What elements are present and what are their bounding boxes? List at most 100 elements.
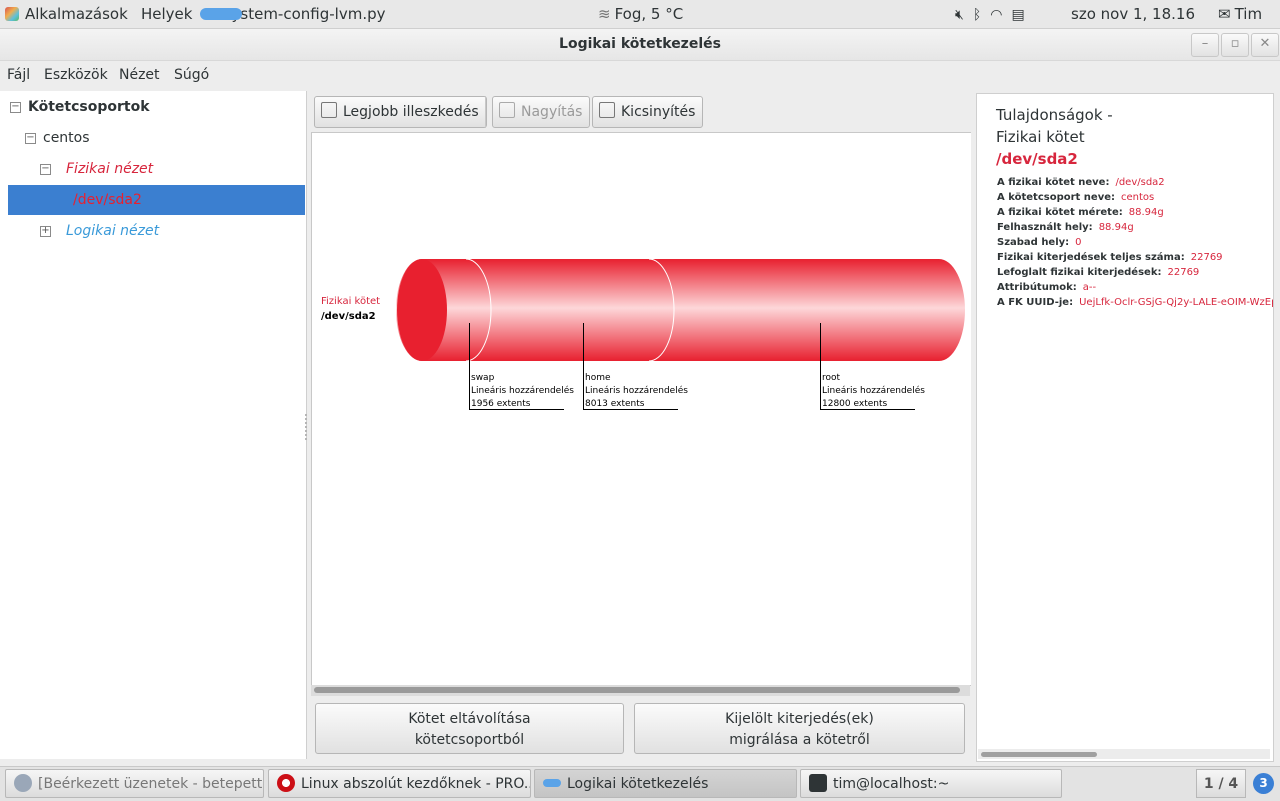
applications-menu[interactable]: Alkalmazások [5, 5, 128, 23]
segment-name: swap [471, 373, 495, 383]
migrate-extents-button[interactable]: Kijelölt kiterjedés(ek) migrálása a köte… [634, 703, 965, 754]
pv-label-device: /dev/sda2 [321, 311, 376, 322]
menu-help[interactable]: Súgó [174, 67, 209, 83]
system-tray: 🔇︎ ᛒ ◠ ▤ [955, 5, 1034, 23]
prop-row: Fizikai kiterjedések teljes száma: 22769 [997, 252, 1223, 263]
segment-mapping: Lineáris hozzárendelés [471, 386, 574, 396]
top-panel: Alkalmazások Helyek System-config-lvm.py… [0, 0, 1280, 29]
zoom-fit-icon [321, 102, 337, 118]
weather-label: Fog, 5 °C [614, 5, 684, 23]
minimize-button[interactable]: – [1191, 33, 1219, 57]
menubar: Fájl Eszközök Nézet Súgó [0, 61, 1280, 89]
prop-row: A FK UUID-je: UejLfk-Oclr-GSjG-Qj2y-LALE-… [997, 297, 1274, 308]
remove-from-vg-button[interactable]: Kötet eltávolítása kötetcsoportból [315, 703, 624, 754]
segment-home-label[interactable]: home Lineáris hozzárendelés 8013 extents [585, 372, 688, 411]
maximize-button[interactable]: ▫ [1221, 33, 1249, 57]
menu-tools[interactable]: Eszközök [44, 67, 108, 83]
user-menu[interactable]: ✉ Tim [1218, 5, 1262, 23]
toolbar-separator [485, 96, 486, 128]
chat-icon: ✉ [1218, 5, 1231, 23]
best-fit-button[interactable]: Legjobb illeszkedés [314, 96, 487, 128]
volume-diagram-canvas[interactable]: Fizikai kötet /dev/sda2 swap Lineáris ho… [311, 132, 971, 686]
prop-row: Attribútumok: a-- [997, 282, 1097, 293]
clock[interactable]: szo nov 1, 18.16 [1071, 5, 1195, 23]
scrollbar-thumb[interactable] [314, 687, 960, 693]
places-menu[interactable]: Helyek [141, 5, 192, 23]
clipboard-icon[interactable]: ▤ [1011, 7, 1024, 23]
best-fit-label: Legjobb illeszkedés [343, 104, 479, 120]
collapse-icon[interactable]: − [10, 102, 21, 113]
opera-icon [277, 774, 295, 792]
taskbar-item-label: [Beérkezett üzenetek - betepett... [38, 776, 264, 792]
tree-item-volume-groups[interactable]: Kötetcsoportok [28, 99, 150, 115]
bluetooth-icon[interactable]: ᛒ [973, 7, 981, 23]
close-button[interactable]: ✕ [1251, 33, 1279, 57]
zoom-in-icon [499, 102, 515, 118]
tree-item-centos[interactable]: centos [43, 130, 90, 146]
app-menu-label: System-config-lvm.py [222, 5, 386, 23]
notification-badge[interactable]: 3 [1253, 773, 1274, 794]
segment-root-label[interactable]: root Lineáris hozzárendelés 12800 extent… [822, 372, 925, 411]
zoom-out-button[interactable]: Kicsinyítés [592, 96, 704, 128]
segment-extents: 8013 extents [585, 399, 645, 409]
menu-view[interactable]: Nézet [119, 67, 160, 83]
properties-subheading: Fizikai kötet [996, 128, 1085, 146]
volume-muted-icon[interactable]: 🔇︎ [955, 7, 964, 23]
tree-item-pv-sda2[interactable]: /dev/sda2 [73, 192, 142, 208]
user-name: Tim [1234, 5, 1263, 23]
migrate-button-line2: migrálása a kötetről [729, 732, 870, 748]
expand-icon[interactable]: + [40, 226, 51, 237]
workspace-indicator[interactable]: 1 / 4 [1196, 769, 1246, 798]
tree-item-logical-view[interactable]: Logikai nézet [66, 223, 159, 239]
taskbar-item-label: Linux abszolút kezdőknek - PRO... [301, 776, 531, 792]
prop-row: A fizikai kötet mérete: 88.94g [997, 207, 1164, 218]
applications-label: Alkalmazások [25, 5, 128, 23]
prop-row: A kötetcsoport neve: centos [997, 192, 1155, 203]
zoom-in-label: Nagyítás [521, 104, 583, 120]
segment-swap-label[interactable]: swap Lineáris hozzárendelés 1956 extents [471, 372, 574, 411]
zoom-out-icon [599, 102, 615, 118]
segment-name: root [822, 373, 841, 383]
menu-file[interactable]: Fájl [7, 67, 30, 83]
taskbar-item-opera[interactable]: Linux abszolút kezdőknek - PRO... [268, 769, 531, 798]
minimize-icon: – [1201, 36, 1209, 51]
tree-item-physical-view[interactable]: Fizikai nézet [66, 161, 153, 177]
zoom-out-label: Kicsinyítés [621, 104, 696, 120]
segment-extents: 12800 extents [822, 399, 888, 409]
scrollbar-thumb[interactable] [981, 752, 1097, 757]
taskbar-item-mail[interactable]: [Beérkezett üzenetek - betepett... [5, 769, 264, 798]
tree-item-selected[interactable] [8, 185, 305, 215]
properties-device: /dev/sda2 [996, 150, 1078, 168]
properties-heading: Tulajdonságok - [996, 106, 1113, 124]
zoom-in-button[interactable]: Nagyítás [492, 96, 591, 128]
segment-mapping: Lineáris hozzárendelés [585, 386, 688, 396]
taskbar-item-label: Logikai kötetkezelés [567, 776, 709, 792]
taskbar-item-terminal[interactable]: tim@localhost:~ [800, 769, 1062, 798]
taskbar-item-lvm[interactable]: Logikai kötetkezelés [534, 769, 797, 798]
segment-extents: 1956 extents [471, 399, 531, 409]
remove-button-line1: Kötet eltávolítása [408, 711, 531, 727]
prop-row: Felhasznált hely: 88.94g [997, 222, 1134, 233]
taskbar-item-label: tim@localhost:~ [833, 776, 950, 792]
segment-name: home [585, 373, 611, 383]
weather-indicator[interactable]: ≋ Fog, 5 °C [598, 5, 683, 23]
volume-tree: − Kötetcsoportok − centos − Fizikai néze… [0, 91, 307, 759]
wifi-icon[interactable]: ◠ [990, 7, 1002, 23]
remove-button-line2: kötetcsoportból [414, 732, 525, 748]
migrate-button-line1: Kijelölt kiterjedés(ek) [725, 711, 874, 727]
collapse-icon[interactable]: − [25, 133, 36, 144]
prop-row: Szabad hely: 0 [997, 237, 1082, 248]
prop-row: A fizikai kötet neve:/dev/sda2 [997, 177, 1165, 188]
lvm-app-icon [543, 779, 561, 787]
cylinder-end-cap [397, 259, 447, 361]
prop-row: Lefoglalt fizikai kiterjedések: 22769 [997, 267, 1200, 278]
terminal-icon [809, 774, 827, 792]
properties-panel: Tulajdonságok - Fizikai kötet /dev/sda2 … [976, 93, 1274, 762]
pv-cylinder[interactable] [396, 258, 965, 362]
mail-app-icon [14, 774, 32, 792]
pv-label-title: Fizikai kötet [321, 296, 381, 307]
app-menu[interactable]: System-config-lvm.py [200, 5, 385, 23]
maximize-icon: ▫ [1230, 36, 1240, 51]
collapse-icon[interactable]: − [40, 164, 51, 175]
fog-icon: ≋ [598, 5, 611, 23]
